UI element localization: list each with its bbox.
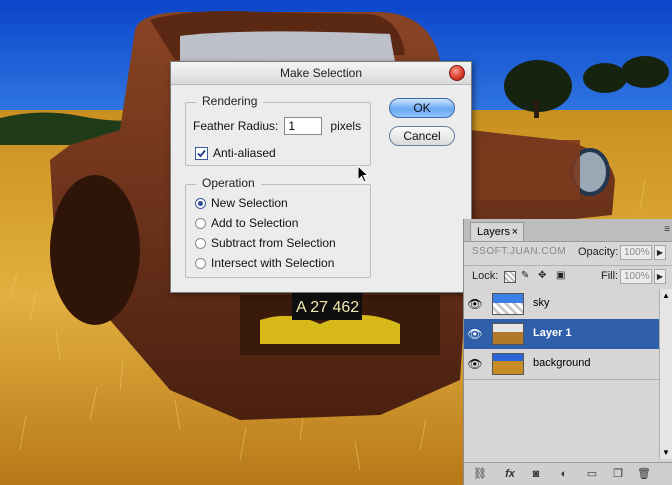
layers-scrollbar[interactable]: ▲ ▼ <box>659 289 672 459</box>
scroll-up-icon[interactable]: ▲ <box>662 291 670 300</box>
tab-layers[interactable]: Layers × <box>470 222 524 241</box>
new-layer-icon[interactable]: ❐ <box>610 466 626 482</box>
feather-radius-label: Feather Radius: <box>193 119 279 133</box>
eye-icon[interactable]: 👁 <box>466 295 484 313</box>
layers-bottom-toolbar: ⛓ fx ◙ ◐ ▭ ❐ 🗑 <box>464 462 672 485</box>
dialog-titlebar[interactable]: Make Selection <box>171 62 471 85</box>
lock-label: Lock: <box>472 270 499 282</box>
layers-panel: Layers × ≡ SSOFT.JUAN.COM Opacity: 100% … <box>463 219 672 485</box>
group-icon[interactable]: ▭ <box>584 466 600 482</box>
operation-label: Operation <box>196 176 261 190</box>
close-icon[interactable] <box>449 65 465 81</box>
layer-row-background[interactable]: 👁 background <box>464 349 660 380</box>
lock-all-icon[interactable]: ▣ <box>556 271 566 281</box>
layer-row-layer-1[interactable]: 👁 Layer 1 <box>464 319 660 350</box>
ok-button[interactable]: OK <box>389 98 455 118</box>
option-subtract-from-selection[interactable]: Subtract from Selection <box>195 236 336 250</box>
option-intersect-with-selection[interactable]: Intersect with Selection <box>195 256 334 270</box>
operation-group: Operation New Selection Add to Selection… <box>185 176 371 278</box>
layer-row-sky[interactable]: 👁 sky <box>464 289 660 320</box>
checkmark-icon <box>197 149 206 157</box>
layer-thumbnail <box>492 353 524 375</box>
option-new-selection[interactable]: New Selection <box>195 196 288 210</box>
radio-intersect-with-selection[interactable] <box>195 257 206 269</box>
cancel-button[interactable]: Cancel <box>389 126 455 146</box>
make-selection-dialog: Make Selection Rendering Feather Radius:… <box>170 61 472 293</box>
trash-icon[interactable]: 🗑 <box>636 466 652 482</box>
layer-thumbnail <box>492 323 524 345</box>
layer-name[interactable]: sky <box>533 297 550 309</box>
radio-subtract-from-selection[interactable] <box>195 237 206 249</box>
feather-radius-input[interactable] <box>284 117 323 135</box>
lock-fill-row: Lock: ✎ ✥ ▣ Fill: 100% ▶ <box>464 265 672 288</box>
eye-icon[interactable]: 👁 <box>466 355 484 373</box>
rendering-group: Rendering Feather Radius: pixels Anti-al… <box>185 94 371 166</box>
lock-move-icon[interactable]: ✥ <box>538 271 548 281</box>
option-add-to-selection[interactable]: Add to Selection <box>195 216 298 230</box>
eye-icon[interactable]: 👁 <box>466 325 484 343</box>
watermark-text: SSOFT.JUAN.COM <box>472 246 567 257</box>
panel-menu-icon[interactable]: ≡ <box>664 224 670 235</box>
scroll-down-icon[interactable]: ▼ <box>662 448 670 457</box>
antialiased-label: Anti-aliased <box>213 146 276 160</box>
radio-add-to-selection[interactable] <box>195 217 206 229</box>
lock-transparency-icon[interactable] <box>504 271 516 283</box>
feather-unit-label: pixels <box>330 119 362 133</box>
option-label: New Selection <box>211 196 288 210</box>
layer-name[interactable]: background <box>533 357 591 369</box>
adjustment-icon[interactable]: ◐ <box>556 466 572 482</box>
fill-arrow-icon[interactable]: ▶ <box>654 269 666 284</box>
fill-label: Fill: <box>601 270 619 282</box>
dialog-title: Make Selection <box>279 66 363 80</box>
link-layers-icon[interactable]: ⛓ <box>472 466 488 482</box>
opacity-field[interactable]: 100% <box>620 245 652 260</box>
option-label: Subtract from Selection <box>211 236 336 250</box>
license-plate-text: A 27 462 <box>296 299 359 316</box>
layers-tabbar: Layers × ≡ <box>464 219 672 242</box>
rendering-label: Rendering <box>196 94 264 108</box>
fill-field[interactable]: 100% <box>620 269 652 284</box>
close-icon[interactable]: × <box>512 223 518 241</box>
mouse-cursor-icon <box>357 165 369 183</box>
mask-icon[interactable]: ◙ <box>528 466 544 482</box>
fx-icon[interactable]: fx <box>502 466 518 482</box>
option-label: Add to Selection <box>211 216 299 230</box>
radio-new-selection[interactable] <box>195 197 206 209</box>
tab-layers-label: Layers <box>477 226 511 238</box>
layer-name[interactable]: Layer 1 <box>533 327 572 339</box>
antialiased-checkbox[interactable] <box>195 146 208 160</box>
lock-brush-icon[interactable]: ✎ <box>521 271 531 281</box>
opacity-arrow-icon[interactable]: ▶ <box>654 245 666 260</box>
option-label: Intersect with Selection <box>211 256 335 270</box>
opacity-label: Opacity: <box>578 246 619 258</box>
blend-opacity-row: SSOFT.JUAN.COM Opacity: 100% ▶ <box>464 242 672 264</box>
layer-thumbnail <box>492 293 524 315</box>
